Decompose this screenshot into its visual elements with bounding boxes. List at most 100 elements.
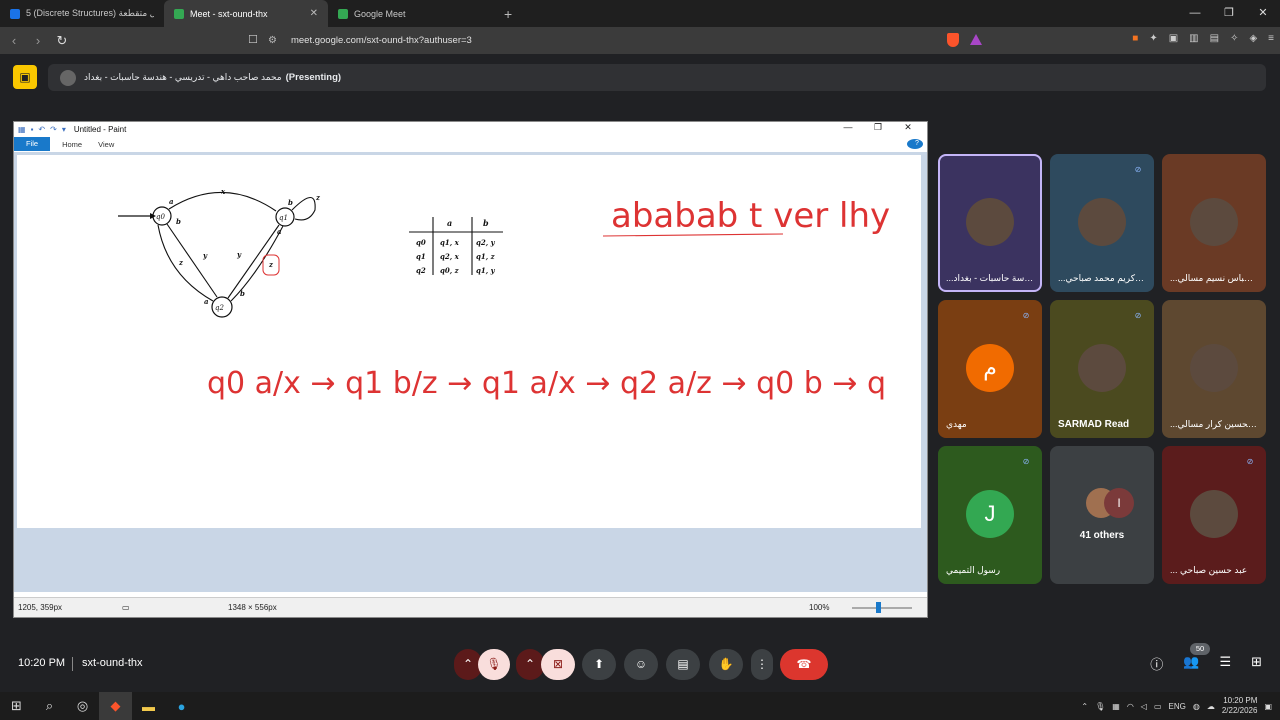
participant-name: رسول التميمي xyxy=(946,565,1001,575)
tab-discrete-structures[interactable]: 5 (Discrete Structures) هياكل متقطعة xyxy=(0,0,164,27)
tab-home[interactable]: Home xyxy=(54,140,90,149)
chrome-icon[interactable]: ◎ xyxy=(66,698,99,714)
chevron-down-icon[interactable]: ▾ xyxy=(62,125,66,134)
info-icon[interactable]: ⓘ xyxy=(1150,654,1163,673)
close-tab-icon[interactable]: ✕ xyxy=(310,8,318,19)
file-explorer-icon[interactable]: ▬ xyxy=(132,699,165,714)
participant-name: ...الي عباس نسيم مسالي xyxy=(1170,273,1258,283)
search-icon[interactable]: ⌕ xyxy=(33,698,66,714)
participant-count-badge: 50 xyxy=(1190,643,1210,655)
participant-tile[interactable]: ...الي عباس نسيم مسالي xyxy=(1162,154,1266,292)
participant-name: ...يد الحسين كرار مسالي xyxy=(1170,419,1258,429)
stop-presenting-icon[interactable]: ▣ xyxy=(13,65,37,89)
sidebar-icon[interactable]: ▥ xyxy=(1189,33,1198,44)
brave-shields-icon[interactable] xyxy=(947,33,959,47)
minimize-icon[interactable]: — xyxy=(1178,0,1212,27)
extension-icon[interactable]: ■ xyxy=(1132,33,1138,44)
participant-tile[interactable]: ⊘ SARMAD Read xyxy=(1050,300,1154,438)
battery-icon[interactable]: ▭ xyxy=(1154,702,1162,711)
telegram-icon[interactable]: ● xyxy=(165,699,198,714)
volume-icon[interactable]: ◁ xyxy=(1141,702,1147,711)
participant-tile[interactable]: ⊘ ... عبد حسين صباحي xyxy=(1162,446,1266,584)
tab-meet[interactable]: Meet - sxt-ound-thx ✕ xyxy=(164,0,328,27)
screenshot-icon[interactable]: ▣ xyxy=(1169,33,1178,44)
activities-icon[interactable]: ⊞ xyxy=(1251,654,1262,673)
table-state: q1 xyxy=(416,252,426,261)
wifi-icon[interactable]: ◠ xyxy=(1127,702,1134,711)
undo-icon[interactable]: ↶ xyxy=(38,125,45,134)
address-bar-row: ‹ › ↻ ☐ ⚙ meet.google.com/sxt-ound-thx?a… xyxy=(0,27,1280,54)
participant-name: ... عبد حسين صباحي xyxy=(1170,565,1248,575)
avatar xyxy=(1078,198,1126,246)
taskbar-clock[interactable]: 10:20 PM 2/22/2026 xyxy=(1222,696,1258,716)
notification-icon[interactable]: ▣ xyxy=(1264,702,1272,711)
mic-icon[interactable]: 🎙 xyxy=(1095,702,1105,711)
participant-tile[interactable]: J ⊘ رسول التميمي xyxy=(938,446,1042,584)
avatar-letter: I xyxy=(1104,488,1134,518)
redo-icon[interactable]: ↷ xyxy=(50,125,57,134)
muted-mic-icon: ⊘ xyxy=(1022,457,1030,466)
video-options-chevron-icon[interactable]: ⌃ xyxy=(516,649,544,680)
globe-icon[interactable]: ◍ xyxy=(1193,702,1200,711)
input-language[interactable]: ENG xyxy=(1169,702,1186,711)
edge-q1-q2 xyxy=(230,225,284,302)
shield-icon[interactable]: ◈ xyxy=(1249,33,1257,44)
chat-icon[interactable]: ☰ xyxy=(1219,654,1231,673)
tab-google-meet[interactable]: Google Meet xyxy=(328,0,492,27)
emoji-icon[interactable]: ☺ xyxy=(624,649,658,680)
close-icon[interactable]: ✕ xyxy=(1246,0,1280,27)
save-icon[interactable]: ▪ xyxy=(31,125,34,134)
zoom-slider-thumb[interactable] xyxy=(876,602,881,613)
participant-name: مهدي xyxy=(946,419,967,429)
brave-icon[interactable]: ◆ xyxy=(99,692,132,720)
mic-off-icon[interactable]: 🎙 xyxy=(478,649,510,680)
participant-tile[interactable]: ...يد الحسين كرار مسالي xyxy=(1162,300,1266,438)
captions-icon[interactable]: ▤ xyxy=(666,649,700,680)
paint-status-bar: 1205, 359px ▭ 1348 × 556px 100% xyxy=(14,597,927,617)
back-icon[interactable]: ‹ xyxy=(4,33,24,48)
brave-rewards-icon[interactable] xyxy=(970,34,982,45)
paint-canvas[interactable]: q0 q1 q2 a x b b z y z y a a b z a b q0 q1, x q2, y q1 q2, x q… xyxy=(17,155,921,528)
participant-tile[interactable]: م ⊘ مهدي xyxy=(938,300,1042,438)
bookmark-icon[interactable]: ☐ xyxy=(248,33,258,46)
end-call-button[interactable]: ☎ xyxy=(780,649,828,680)
wallet-icon[interactable]: ▤ xyxy=(1210,33,1219,44)
people-icon[interactable]: 👥 xyxy=(1183,654,1199,673)
participant-name: SARMAD Read xyxy=(1058,419,1130,430)
paint-window-title: Untitled - Paint xyxy=(73,125,127,134)
state-label: q0 xyxy=(156,213,165,221)
site-info-icon[interactable]: ⚙ xyxy=(268,35,277,46)
restore-icon[interactable]: ❐ xyxy=(863,122,893,133)
forward-icon[interactable]: › xyxy=(28,33,48,48)
meet-icon xyxy=(174,8,184,19)
presenting-label: (Presenting) xyxy=(285,72,342,83)
menu-icon[interactable]: ≡ xyxy=(1268,33,1274,44)
new-tab-button[interactable]: + xyxy=(504,6,512,22)
zoom-slider[interactable] xyxy=(852,607,912,609)
participant-tile[interactable]: ⊘ ...سي كريم محمد صباحي xyxy=(1050,154,1154,292)
camera-off-icon[interactable]: ⊠ xyxy=(541,649,575,680)
leo-icon[interactable]: ✧ xyxy=(1230,33,1238,44)
raise-hand-icon[interactable]: ✋ xyxy=(709,649,743,680)
tab-view[interactable]: View xyxy=(90,140,122,149)
presenter-avatar xyxy=(60,69,76,86)
chevron-up-icon[interactable]: ⌃ xyxy=(1081,702,1088,711)
network-icon[interactable]: ▦ xyxy=(1112,702,1120,711)
reload-icon[interactable]: ↻ xyxy=(52,33,72,49)
participant-tile[interactable]: ...هندسة حاسبات - بغداد xyxy=(938,154,1042,292)
participant-tile[interactable]: I 41 others xyxy=(1050,446,1154,584)
tab-file[interactable]: File xyxy=(14,137,51,151)
cloud-icon[interactable]: ☁ xyxy=(1207,702,1215,711)
puzzle-icon[interactable]: ✦ xyxy=(1149,33,1157,44)
paint-app-icon: ▦ xyxy=(18,125,26,134)
muted-mic-icon: ⊘ xyxy=(1022,311,1030,320)
url-field[interactable]: ⚙ meet.google.com/sxt-ound-thx?authuser=… xyxy=(268,31,988,50)
present-screen-icon[interactable]: ⬆ xyxy=(582,649,616,680)
participant-name: ...هندسة حاسبات - بغداد xyxy=(946,273,1034,283)
start-icon[interactable]: ⊞ xyxy=(0,698,33,714)
minimize-icon[interactable]: — xyxy=(833,122,863,133)
close-icon[interactable]: ✕ xyxy=(893,122,923,133)
more-options-icon[interactable]: ⋮ xyxy=(751,649,773,680)
restore-icon[interactable]: ❐ xyxy=(1212,0,1246,27)
help-icon[interactable]: ? xyxy=(907,139,923,149)
